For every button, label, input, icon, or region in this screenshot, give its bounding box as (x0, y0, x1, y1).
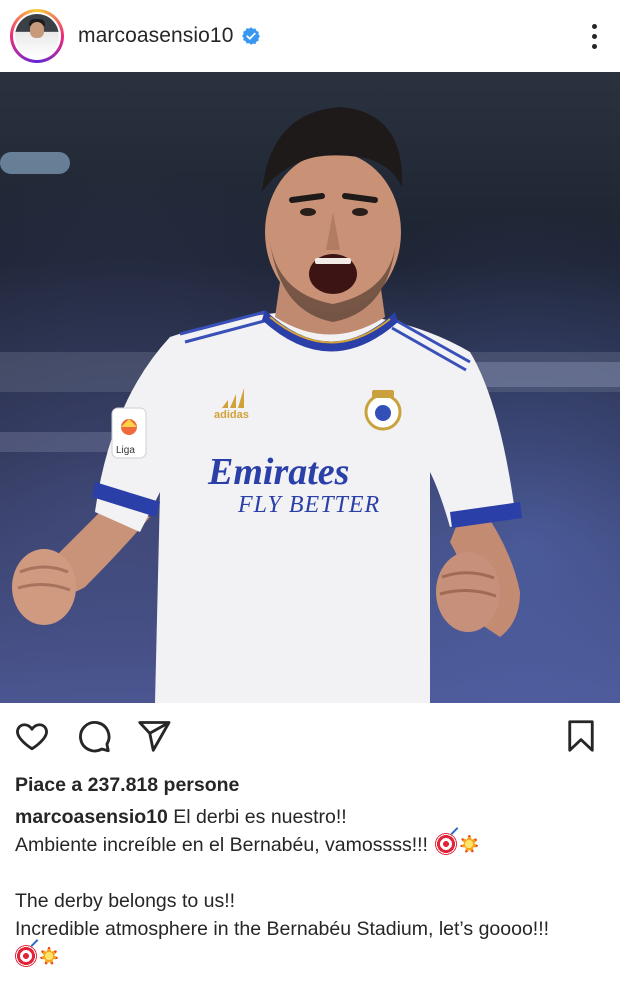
story-ring[interactable] (10, 9, 64, 63)
player-illustration: adidas Emirates FLY BETTER Liga (0, 107, 620, 703)
more-options-icon[interactable] (582, 16, 606, 56)
collision-emoji (458, 833, 481, 855)
action-bar (0, 703, 620, 769)
collision-emoji (38, 945, 60, 967)
comment-icon[interactable] (76, 718, 112, 754)
liga-patch-text: Liga (116, 445, 135, 456)
caption-line-3: The derby belongs to us!! (15, 890, 236, 912)
heart-icon[interactable] (14, 718, 50, 754)
post-header: marcoasensio10 (0, 0, 620, 72)
caption-username[interactable]: marcoasensio10 (15, 806, 168, 828)
post-caption: marcoasensio10 El derbi es nuestro!! Amb… (15, 803, 610, 971)
post-image[interactable]: adidas Emirates FLY BETTER Liga (0, 72, 620, 703)
caption-line-1: El derbi es nuestro!! (173, 806, 347, 828)
avatar[interactable] (15, 14, 59, 58)
verified-badge-icon (241, 27, 260, 45)
caption-line-4: Incredible atmosphere in the Bernabéu St… (15, 918, 550, 940)
direct-hit-emoji (435, 833, 458, 855)
shirt-sponsor-text: Emirates (207, 451, 349, 493)
shirt-brand-text: adidas (214, 409, 249, 421)
caption-line-2: Ambiente increíble en el Bernabéu, vamos… (15, 834, 428, 856)
shirt-sponsor-subtext: FLY BETTER (237, 492, 380, 518)
likes-count[interactable]: Piace a 237.818 persone (15, 774, 239, 797)
bookmark-icon[interactable] (563, 718, 599, 754)
direct-hit-emoji (15, 945, 37, 967)
username[interactable]: marcoasensio10 (78, 24, 234, 48)
paper-plane-icon[interactable] (136, 718, 172, 754)
